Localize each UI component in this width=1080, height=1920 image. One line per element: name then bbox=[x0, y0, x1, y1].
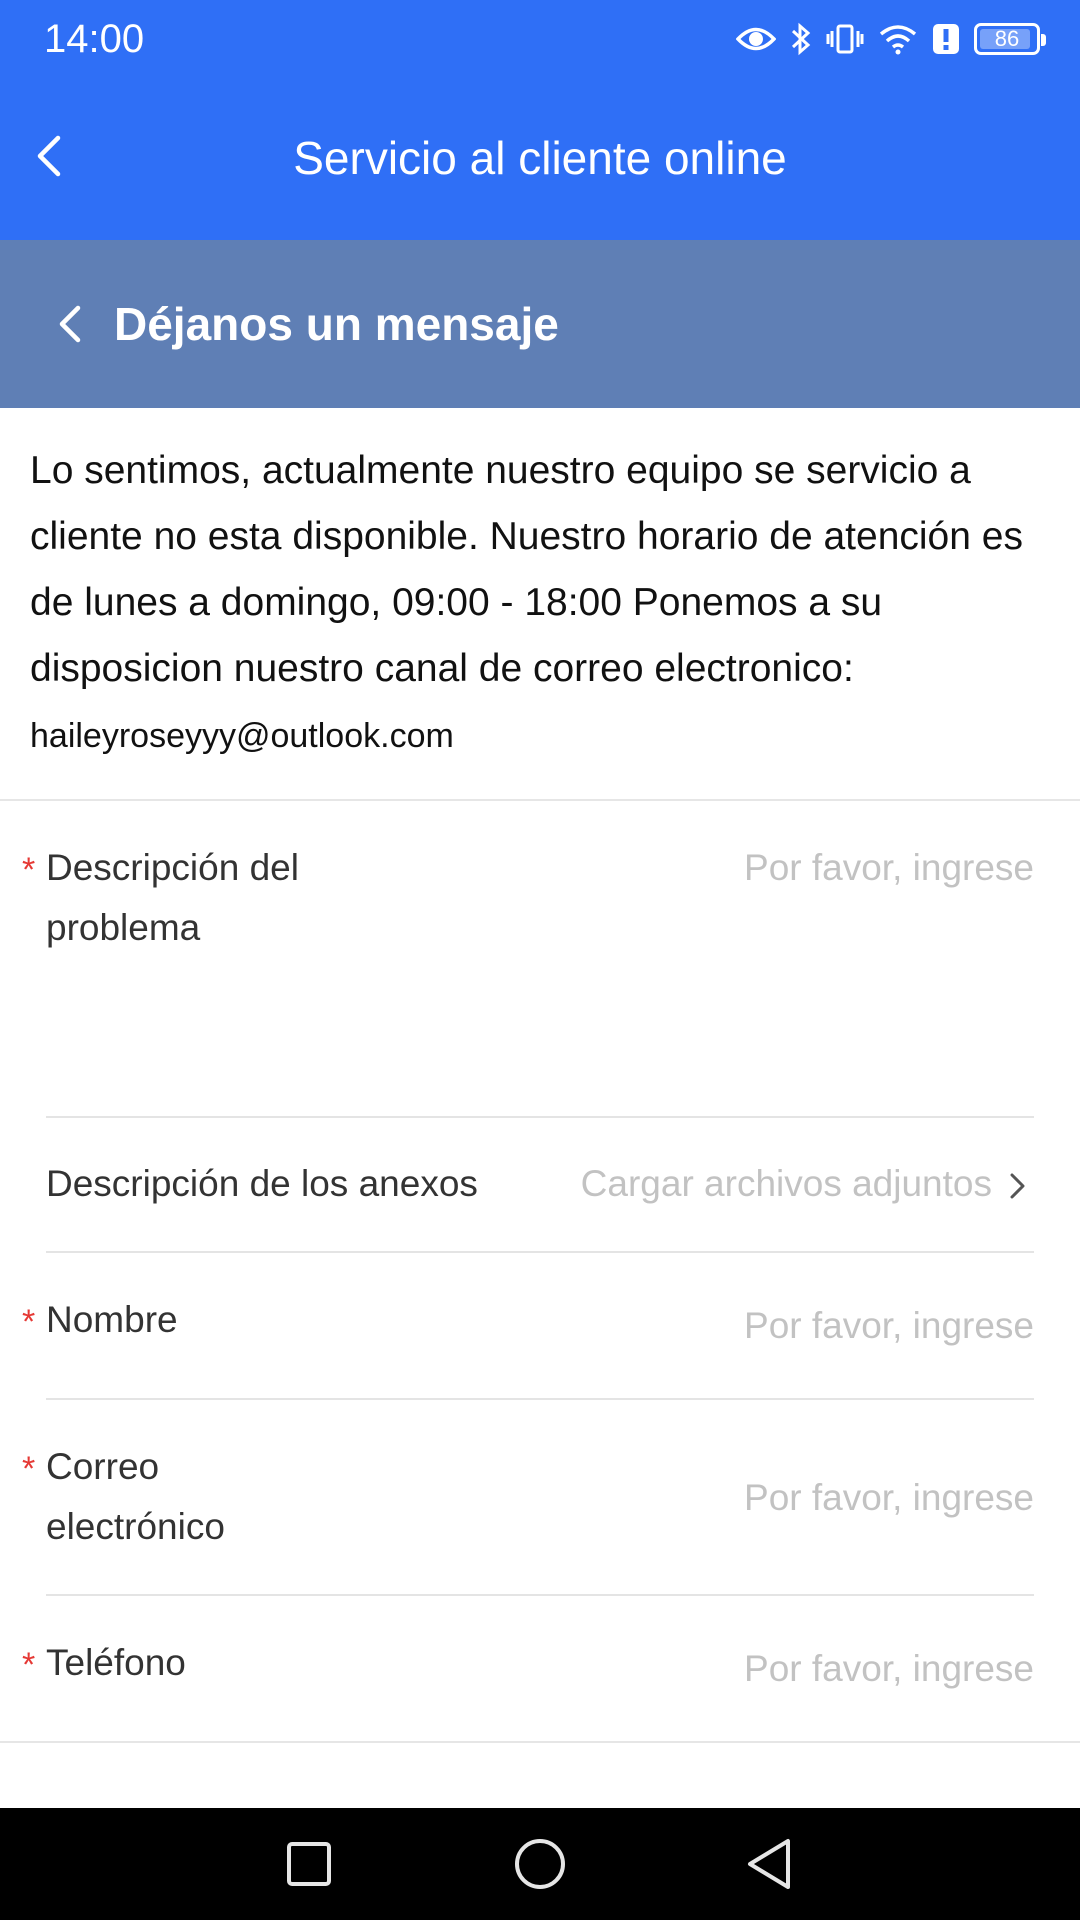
nav-back-button[interactable] bbox=[709, 1808, 829, 1920]
battery-level: 86 bbox=[994, 26, 1020, 51]
divider bbox=[0, 799, 1080, 801]
subheader-title: Déjanos un mensaje bbox=[114, 298, 559, 350]
battery-icon: 86 bbox=[974, 23, 1046, 55]
name-label: Nombre bbox=[46, 1299, 178, 1340]
app-header: 14:00 86 Servicio al cliente online bbox=[0, 0, 1080, 240]
eye-icon bbox=[736, 24, 776, 54]
vibrate-icon bbox=[826, 23, 864, 55]
sub-back-button[interactable] bbox=[48, 296, 92, 352]
chevron-right-icon bbox=[1010, 1173, 1025, 1199]
divider bbox=[0, 1741, 1080, 1743]
chevron-left-icon bbox=[59, 305, 81, 343]
name-input[interactable]: Por favor, ingrese bbox=[560, 1296, 1034, 1356]
required-marker: * bbox=[22, 1646, 36, 1684]
problem-label-line1: Descripción del bbox=[46, 847, 299, 888]
support-email: haileyroseyyy@outlook.com bbox=[30, 717, 454, 755]
wifi-icon bbox=[878, 23, 918, 55]
page-title: Servicio al cliente online bbox=[293, 132, 787, 184]
unavailable-message: Lo sentimos, actualmente nuestro equipo … bbox=[30, 438, 1060, 769]
back-triangle-icon bbox=[748, 1839, 790, 1889]
status-time: 14:00 bbox=[44, 17, 145, 61]
divider bbox=[46, 1116, 1034, 1118]
bluetooth-icon bbox=[790, 21, 812, 57]
home-button[interactable] bbox=[480, 1808, 600, 1920]
divider bbox=[46, 1594, 1034, 1596]
alert-icon bbox=[932, 23, 960, 55]
system-nav-bar bbox=[0, 1808, 1080, 1920]
status-icons: 86 bbox=[736, 14, 1046, 64]
recents-square-icon bbox=[287, 1842, 331, 1886]
message-text: Lo sentimos, actualmente nuestro equipo … bbox=[30, 449, 1023, 690]
required-marker: * bbox=[22, 1450, 36, 1488]
required-marker: * bbox=[22, 851, 36, 889]
required-marker: * bbox=[22, 1303, 36, 1341]
divider bbox=[46, 1251, 1034, 1253]
home-circle-icon bbox=[515, 1839, 565, 1889]
email-label-line1: Correo bbox=[46, 1446, 160, 1487]
problem-label-line2: problema bbox=[46, 907, 201, 948]
recents-button[interactable] bbox=[249, 1808, 369, 1920]
problem-description-input[interactable]: Por favor, ingrese bbox=[560, 838, 1034, 1108]
attachments-label: Descripción de los anexos bbox=[46, 1163, 478, 1204]
phone-label: Teléfono bbox=[46, 1642, 186, 1683]
email-label-line2: electrónico bbox=[46, 1506, 225, 1547]
phone-input[interactable]: Por favor, ingrese bbox=[560, 1639, 1034, 1699]
email-input[interactable]: Por favor, ingrese bbox=[560, 1468, 1034, 1528]
upload-attachments-button[interactable]: Cargar archivos adjuntos bbox=[530, 1154, 992, 1214]
divider bbox=[46, 1398, 1034, 1400]
